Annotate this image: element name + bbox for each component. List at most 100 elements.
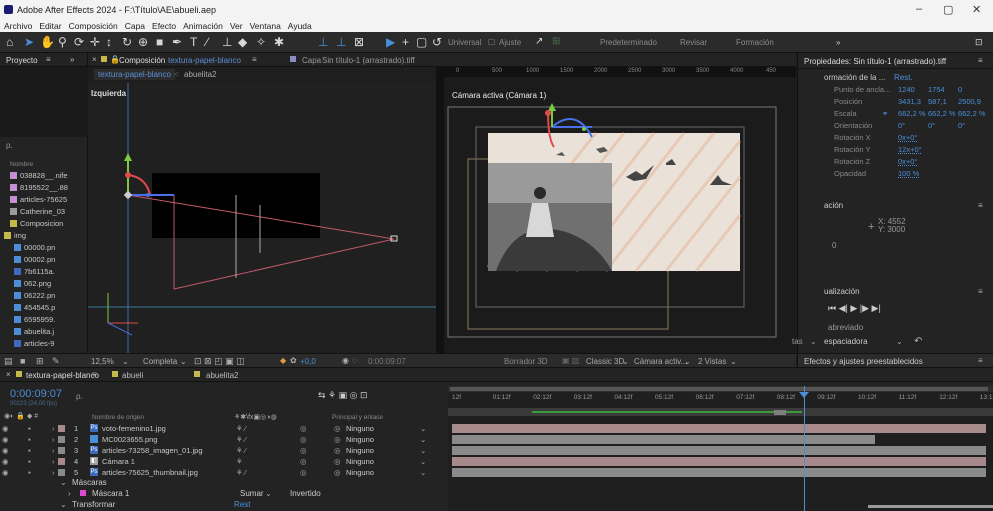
effects-title[interactable]: Efectos y ajustes preestablecidos (804, 357, 923, 366)
transform-reset-link[interactable]: Rest (234, 500, 250, 509)
layer-duration-bar[interactable] (452, 446, 986, 455)
comp-viewport[interactable]: Izquierda (88, 83, 436, 365)
axis-view-icon[interactable]: ⊠ (354, 35, 364, 49)
quality-dropdown-icon[interactable]: ⌄ (180, 357, 187, 366)
anchor-tool-icon[interactable]: ⊕ (138, 35, 148, 49)
rotate-tool-icon[interactable]: ↻ (122, 35, 132, 49)
menu-ver[interactable]: Ver (230, 21, 243, 31)
layer-name[interactable]: voto-femenino1.jpg (102, 424, 166, 433)
eye-icon[interactable]: ◉ (2, 457, 9, 466)
layer-name[interactable]: articles-73258_imagen_01.jpg (102, 446, 203, 455)
twirl-icon[interactable]: › (52, 457, 55, 466)
project-search[interactable]: ρ. (6, 141, 13, 150)
layer-label-color[interactable] (58, 469, 65, 476)
mask-twirl-icon[interactable]: › (68, 489, 71, 498)
snap-checkbox[interactable]: ☐ (488, 38, 495, 47)
work-area-bar[interactable] (448, 386, 993, 392)
prefix-dropdown-icon[interactable]: ⌄ (810, 337, 817, 346)
close-tab-icon[interactable]: × (92, 55, 97, 64)
project-item[interactable]: 06222.pn (14, 291, 88, 300)
mask-name[interactable]: Máscara 1 (92, 489, 129, 498)
project-item[interactable]: img (4, 231, 78, 240)
workspace-learn[interactable]: Formación (736, 38, 774, 47)
search-help-icon[interactable]: ⊡ (975, 35, 983, 49)
timeline-tracks[interactable]: 12f 01:12f 02:12f 03:12f 04:12f 05:12f 06:12f 0… (448, 386, 993, 511)
orbit-tool-icon[interactable]: ⟳ (74, 35, 84, 49)
motion-blur-icon[interactable]: ◎ (300, 446, 307, 455)
puppet-tool-icon[interactable]: ✱ (274, 35, 284, 49)
timeline-layer-row[interactable]: ◉ ▪ › 2 MC0023655.png ⚘ ∕ ◎ ◎ Ninguno ⌄ (0, 434, 450, 445)
twirl-icon[interactable]: › (52, 446, 55, 455)
layer-duration-bar[interactable] (452, 435, 875, 444)
parent-pickwhip-icon[interactable]: ◎ (334, 468, 341, 477)
layer-viewport[interactable]: 0 500 1000 1500 2000 2500 3000 3500 4000… (436, 67, 796, 353)
property-value[interactable]: 1754 (928, 85, 945, 94)
project-item[interactable]: 038828__.nife (10, 171, 84, 180)
crumb-layer[interactable]: abuelita2 (184, 70, 216, 79)
masks-group[interactable]: Máscaras (72, 478, 107, 487)
roto-tool-icon[interactable]: ✧ (256, 35, 266, 49)
new-comp-icon[interactable]: ⊞ (36, 356, 44, 367)
exposure-icon[interactable]: ✿ (290, 356, 297, 365)
solo-box[interactable]: ▪ (28, 457, 31, 466)
views-dropdown-icon[interactable]: ⌄ (730, 357, 737, 366)
comp-quality[interactable]: Completa (143, 357, 177, 366)
layer-name[interactable]: articles-75625_thumbnail.jpg (102, 468, 198, 477)
pen-tool-icon[interactable]: ✒ (172, 35, 182, 49)
layer-switches[interactable]: ⚘ (236, 457, 243, 466)
layer-label-color[interactable] (58, 436, 65, 443)
panel-menu-icon[interactable]: ≡ (46, 55, 51, 64)
parent-select[interactable]: Ninguno (346, 457, 414, 466)
menu-animacion[interactable]: Animación (183, 21, 223, 31)
crumb-comp[interactable]: textura-papel-blanco (94, 69, 175, 80)
solo-box[interactable]: ▪ (28, 424, 31, 433)
clone-tool-icon[interactable]: ⊥ (222, 35, 232, 49)
brush-tool-icon[interactable]: ∕ (206, 35, 208, 49)
project-item[interactable]: articles-9 (14, 339, 88, 348)
solo-box[interactable]: ▪ (28, 435, 31, 444)
layer-duration-bar[interactable] (452, 468, 986, 477)
comp-menu-icon[interactable]: ≡ (252, 55, 257, 64)
snap-pointer-icon[interactable]: ▶ (386, 35, 395, 49)
playhead[interactable] (804, 386, 805, 511)
parent-pickwhip-icon[interactable]: ◎ (334, 435, 341, 444)
comp-zoom[interactable]: 12,5% (91, 357, 114, 366)
constrain-proportions-icon[interactable]: ⚭ (882, 109, 888, 118)
project-item[interactable]: 7b6115a. (14, 267, 88, 276)
project-tab[interactable]: Proyecto (6, 56, 38, 65)
camera-dropdown-icon[interactable]: ⌄ (684, 357, 691, 366)
parent-select[interactable]: Ninguno (346, 468, 414, 477)
eraser-tool-icon[interactable]: ◆ (238, 35, 247, 49)
layer-switches[interactable]: ⚘ ∕ (236, 468, 246, 477)
workspace-more[interactable]: » (836, 38, 840, 47)
motion-blur-icon[interactable]: ◎ (300, 468, 307, 477)
menu-archivo[interactable]: Archivo (4, 21, 32, 31)
eye-icon[interactable]: ◉ (2, 424, 9, 433)
property-value[interactable]: 0 (958, 85, 962, 94)
motion-blur-icon[interactable]: ◎ (300, 457, 307, 466)
playback-controls[interactable]: ⏮ ◀| ▶ |▶ ▶| (828, 303, 881, 314)
exposure-value[interactable]: +0,0 (300, 357, 316, 366)
axis-local-icon[interactable]: ⊥ (318, 35, 328, 49)
eye-icon[interactable]: ◉ (2, 446, 9, 455)
menu-ventana[interactable]: Ventana (250, 21, 281, 31)
project-item[interactable]: 00002.pn (14, 255, 88, 264)
align-menu-icon[interactable]: ≡ (978, 201, 983, 210)
timeline-timecode[interactable]: 0:00:09:07 (10, 388, 62, 400)
layer-tab-name[interactable]: Sin título-1 (arrastrado).tiff (322, 56, 415, 65)
property-value[interactable]: 0° (898, 121, 905, 130)
snap-box-icon[interactable]: ▢ (416, 35, 427, 49)
panel-expand-icon[interactable]: » (70, 55, 74, 64)
minimize-button[interactable]: – (916, 3, 922, 15)
project-item[interactable]: 00000.pn (14, 243, 88, 252)
parent-dropdown-icon[interactable]: ⌄ (420, 457, 426, 466)
axis-world-icon[interactable]: ⊥ (336, 35, 346, 49)
solo-box[interactable]: ▪ (28, 468, 31, 477)
renderer-label[interactable]: Borrador 3D (504, 357, 548, 366)
close-button[interactable]: ✕ (972, 3, 981, 16)
transform-section[interactable]: ormación de la ... (824, 73, 885, 82)
project-item[interactable]: abuelita.j (14, 327, 88, 336)
parent-select[interactable]: Ninguno (346, 435, 414, 444)
parent-dropdown-icon[interactable]: ⌄ (420, 424, 426, 433)
twirl-icon[interactable]: › (52, 435, 55, 444)
